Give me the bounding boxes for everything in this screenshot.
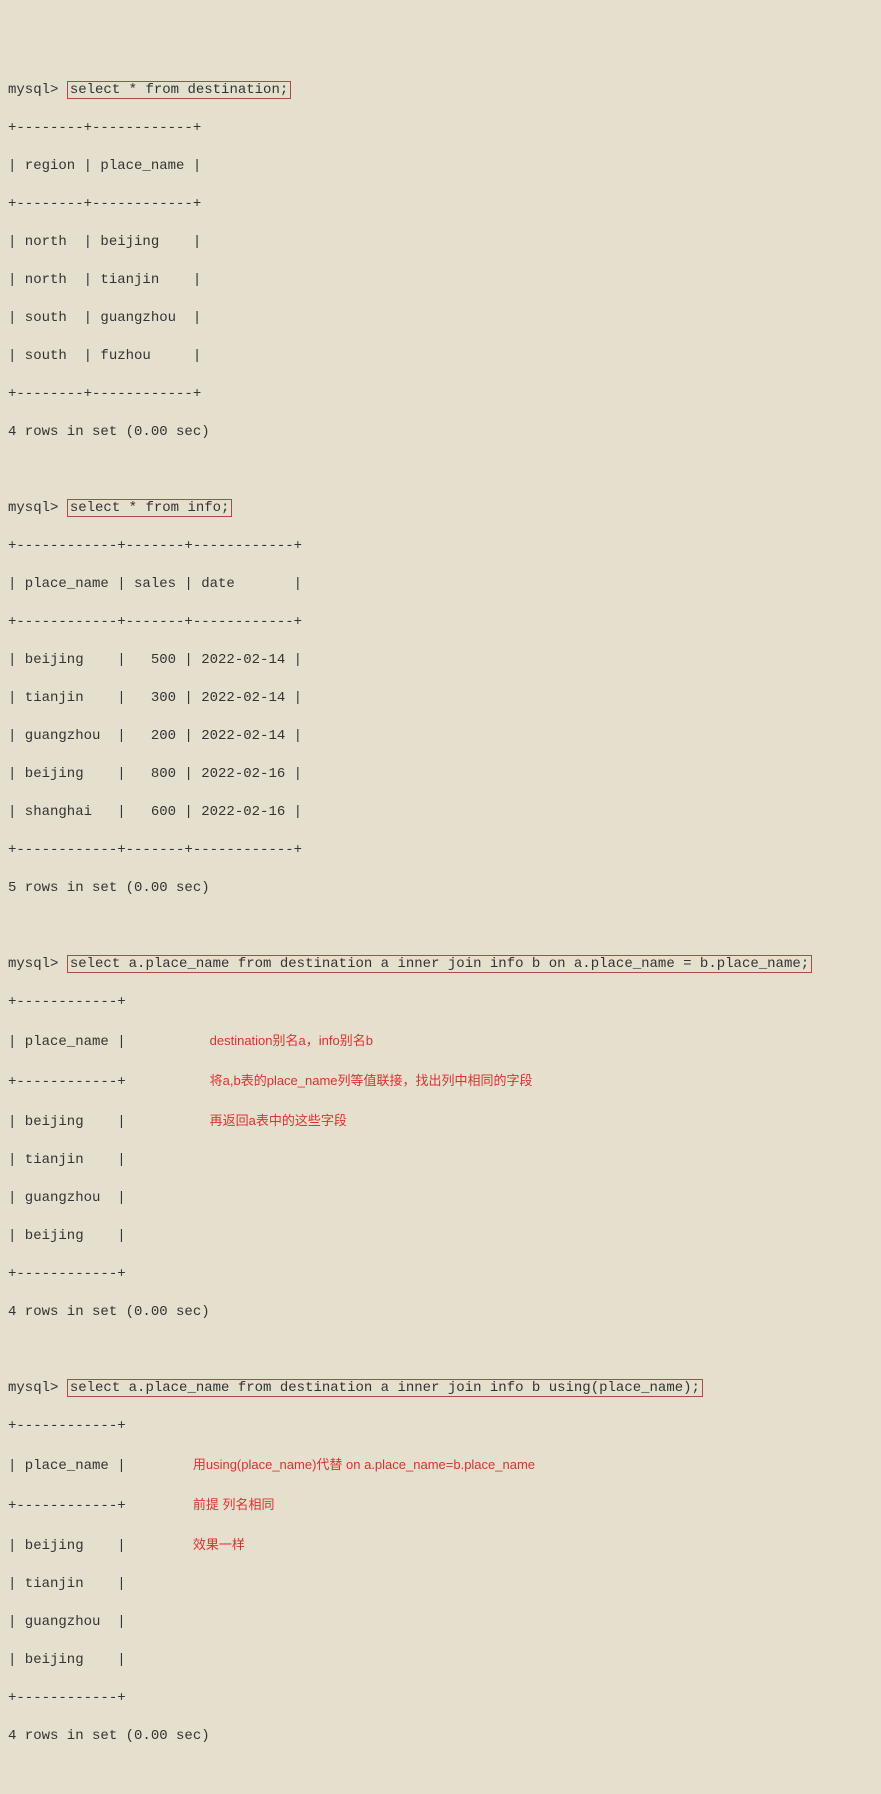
- result-summary: 4 rows in set (0.00 sec): [8, 1303, 873, 1322]
- table-row: | beijing | 800 | 2022-02-16 |: [8, 765, 873, 784]
- prompt: mysql>: [8, 1380, 58, 1396]
- table-header: | place_name | sales | date |: [8, 575, 873, 594]
- table-row: | beijing |: [8, 1651, 873, 1670]
- prompt-line: mysql> select a.place_name from destinat…: [8, 955, 873, 974]
- table-header: | region | place_name |: [8, 157, 873, 176]
- table-header: | place_name | destination别名a，info别名b: [8, 1031, 873, 1052]
- result-summary: 4 rows in set (0.00 sec): [8, 423, 873, 442]
- table-row: | tianjin | 300 | 2022-02-14 |: [8, 689, 873, 708]
- table-row: | guangzhou |: [8, 1613, 873, 1632]
- table-border: +------------+-------+------------+: [8, 613, 873, 632]
- table-border: +------------+: [8, 1265, 873, 1284]
- table-border: +--------+------------+: [8, 385, 873, 404]
- table-row: | south | fuzhou |: [8, 347, 873, 366]
- table-border: +--------+------------+: [8, 119, 873, 138]
- table-row: | south | guangzhou |: [8, 309, 873, 328]
- table-border: +------------+: [8, 1417, 873, 1436]
- table-row: | beijing | 再返回a表中的这些字段: [8, 1111, 873, 1132]
- annotation: 再返回a表中的这些字段: [210, 1113, 347, 1128]
- table-row: | beijing | 效果一样: [8, 1535, 873, 1556]
- table-row: | tianjin |: [8, 1575, 873, 1594]
- table-row: | tianjin |: [8, 1151, 873, 1170]
- table-border: +--------+------------+: [8, 195, 873, 214]
- annotation: destination别名a，info别名b: [210, 1033, 373, 1048]
- table-border: +------------+: [8, 993, 873, 1012]
- sql-query-1: select * from destination;: [67, 81, 291, 99]
- prompt: mysql>: [8, 82, 58, 98]
- table-row: | north | tianjin |: [8, 271, 873, 290]
- annotation: 前提 列名相同: [193, 1497, 275, 1512]
- prompt-line: mysql> select * from info;: [8, 499, 873, 518]
- table-row: | guangzhou |: [8, 1189, 873, 1208]
- table-border: +------------+ 前提 列名相同: [8, 1495, 873, 1516]
- table-header: | place_name | 用using(place_name)代替 on a…: [8, 1455, 873, 1476]
- prompt: mysql>: [8, 500, 58, 516]
- result-summary: 4 rows in set (0.00 sec): [8, 1727, 873, 1746]
- result-summary: 5 rows in set (0.00 sec): [8, 879, 873, 898]
- table-row: | beijing | 500 | 2022-02-14 |: [8, 651, 873, 670]
- table-row: | north | beijing |: [8, 233, 873, 252]
- table-row: | shanghai | 600 | 2022-02-16 |: [8, 803, 873, 822]
- annotation: 用using(place_name)代替 on a.place_name=b.p…: [193, 1457, 535, 1472]
- table-row: | beijing |: [8, 1227, 873, 1246]
- annotation: 将a,b表的place_name列等值联接，找出列中相同的字段: [210, 1073, 533, 1088]
- sql-query-2: select * from info;: [67, 499, 233, 517]
- table-border: +------------+: [8, 1689, 873, 1708]
- sql-query-4: select a.place_name from destination a i…: [67, 1379, 703, 1397]
- annotation: 效果一样: [193, 1537, 245, 1552]
- prompt-line: mysql> select a.place_name from destinat…: [8, 1379, 873, 1398]
- prompt-line: mysql> select * from destination;: [8, 81, 873, 100]
- sql-query-3: select a.place_name from destination a i…: [67, 955, 812, 973]
- table-row: | guangzhou | 200 | 2022-02-14 |: [8, 727, 873, 746]
- table-border: +------------+-------+------------+: [8, 537, 873, 556]
- table-border: +------------+-------+------------+: [8, 841, 873, 860]
- prompt: mysql>: [8, 956, 58, 972]
- table-border: +------------+ 将a,b表的place_name列等值联接，找出列…: [8, 1071, 873, 1092]
